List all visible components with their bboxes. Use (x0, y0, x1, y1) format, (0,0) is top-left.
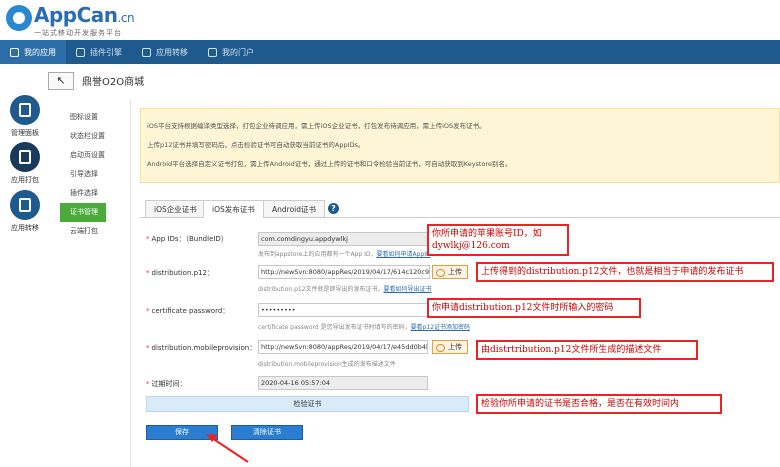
annotation-provision: 由distrtribution.p12文件所生成的描述文件 (476, 340, 698, 360)
expire-time-value: 2020-04-16 05:57:04 (258, 376, 428, 390)
submenu-icon-settings[interactable]: 图标设置 (60, 108, 135, 127)
field-hint: 发布到appstore上的应用都有一个App ID，要看如何申请AppID (258, 251, 431, 258)
back-button[interactable]: ↖ (48, 72, 74, 90)
tab-ios-enterprise[interactable]: iOS企业证书 (145, 200, 206, 218)
notice-line: 上传p12证书并填写密码后，点击检验证书可自动获取当前证书的AppIDs。 (147, 141, 365, 149)
provision-file-input[interactable]: http://newSvn:8080/appRes/2019/04/17/e45… (258, 340, 428, 354)
page-title: 鼎誉O2O商城 (82, 77, 145, 88)
breadcrumb: ↖ 鼎誉O2O商城 (48, 72, 780, 92)
package-icon (10, 142, 40, 172)
annotation-p12: 上传得到的distribution.p12文件，也就是相当于申请的发布证书 (476, 262, 774, 282)
password-input[interactable]: ••••••••• (258, 303, 428, 317)
annotation-arrow-icon (206, 434, 249, 463)
plugin-icon (76, 47, 85, 57)
submenu-plugins[interactable]: 插件选择 (60, 184, 135, 203)
export-cert-link[interactable]: 要看如何导出证书 (384, 286, 432, 293)
field-hint: certificate password 是您导出发布证书时填写的密码，要看p1… (258, 324, 471, 331)
p12-upload-button[interactable]: 上传 (432, 265, 468, 279)
submenu-guide[interactable]: 引导选择 (60, 165, 135, 184)
nav-plugin-engine[interactable]: 插件引擎 (66, 40, 132, 64)
submenu-statusbar[interactable]: 状态栏设置 (60, 127, 135, 146)
app-ids-input[interactable]: com.comdingyu.appdywlkj (258, 232, 428, 246)
rail-packaging[interactable]: 应用打包 (0, 142, 50, 185)
cert-tabs: iOS企业证书 iOS发布证书 Android证书 ? (140, 198, 780, 218)
appcan-logo-icon (6, 5, 32, 31)
brand-logo[interactable]: AppCan.cn (34, 3, 135, 27)
rail-dashboard[interactable]: 管理面板 (0, 95, 50, 138)
tab-ios-distribution[interactable]: iOS发布证书 (203, 200, 264, 218)
submenu-cloud-build[interactable]: 云端打包 (60, 222, 135, 241)
transfer-icon (142, 47, 151, 57)
apps-icon (10, 47, 19, 57)
top-nav: 我的应用 插件引擎 应用转移 我的门户 (0, 40, 780, 64)
rail-transfer[interactable]: 应用转移 (0, 190, 50, 233)
field-hint: distribution.mobileprovision生成的发布描述文件 (258, 361, 396, 368)
divider (130, 100, 131, 467)
settings-submenu: 图标设置 状态栏设置 启动页设置 引导选择 插件选择 证书管理 云端打包 (60, 108, 135, 241)
p12-file-input[interactable]: http://newSvn:8080/appRes/2019/04/17/614… (258, 265, 430, 279)
notice-line: Android平台选择自定义证书打包，需上传Android证书，通过上传的证书和… (147, 160, 512, 168)
transfer-icon (10, 190, 40, 220)
help-icon[interactable]: ? (328, 203, 339, 214)
nav-app-transfer[interactable]: 应用转移 (132, 40, 198, 64)
app-header: AppCan.cn 一站式移动开发服务平台 (0, 0, 780, 40)
notice-line: iOS平台支持根据编译类型选择，打包企业待调应用，需上传iOS企业证书，打包发布… (147, 122, 486, 130)
dashboard-icon (10, 95, 40, 125)
info-notice: iOS平台支持根据编译类型选择，打包企业待调应用，需上传iOS企业证书，打包发布… (140, 108, 780, 183)
verify-cert-button[interactable]: 检验证书 (146, 396, 469, 412)
brand-tagline: 一站式移动开发服务平台 (34, 29, 122, 37)
provision-upload-button[interactable]: 上传 (432, 340, 468, 354)
nav-my-portal[interactable]: 我的门户 (198, 40, 264, 64)
appid-help-link[interactable]: 要看如何申请AppID (377, 251, 431, 258)
tab-android[interactable]: Android证书 (263, 200, 325, 218)
annotation-password: 你申请distribution.p12文件时所输入的密码 (427, 298, 641, 318)
p12-password-link[interactable]: 要看p12证书添加密码 (411, 324, 470, 331)
submenu-certificates[interactable]: 证书管理 (60, 203, 106, 222)
field-hint: distribution.p12文件就是即导出的发布证书，要看如何导出证书 (258, 286, 432, 293)
portal-icon (208, 47, 217, 57)
annotation-verify: 检验你所申请的证书是否合格，是否在有效时间内 (476, 394, 722, 414)
submenu-launch-page[interactable]: 启动页设置 (60, 146, 135, 165)
annotation-apple-id: 你所申请的苹果账号ID，如 dywlkj@126.com (427, 224, 569, 256)
nav-my-apps[interactable]: 我的应用 (0, 40, 66, 64)
